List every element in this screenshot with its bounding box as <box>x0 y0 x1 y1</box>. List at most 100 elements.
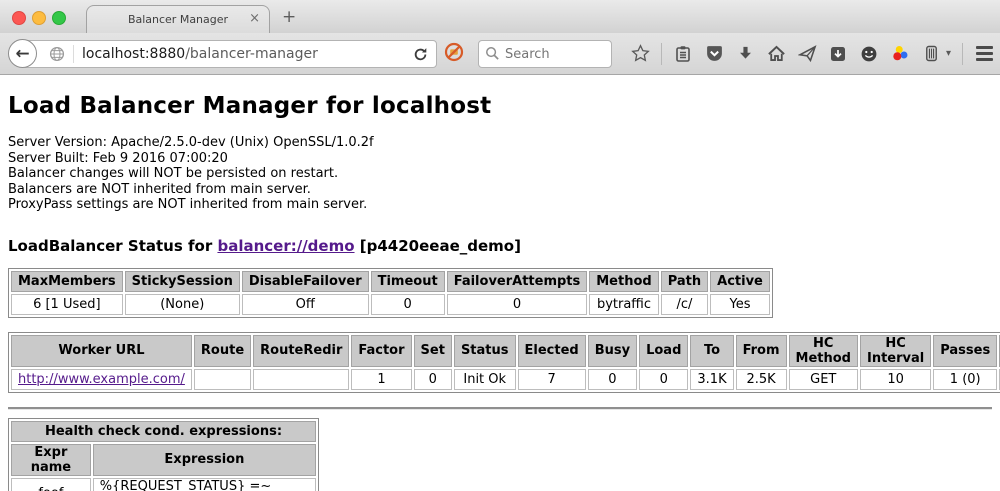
window-minimize-button[interactable] <box>32 11 46 25</box>
page-content: Load Balancer Manager for localhost Serv… <box>0 93 1000 491</box>
cell-passes: 1 (0) <box>933 369 997 390</box>
page-title: Load Balancer Manager for localhost <box>8 93 992 119</box>
cell-factor: 1 <box>351 369 411 390</box>
cell-hc-interval: 10 <box>860 369 931 390</box>
tab-close-icon[interactable]: × <box>249 12 260 25</box>
health-table-title: Health check cond. expressions: <box>11 421 316 442</box>
browser-window: Balancer Manager × + ← localhost:8880 /b… <box>0 0 1000 491</box>
header-cell: Method <box>589 271 658 292</box>
status-heading-prefix: LoadBalancer Status for <box>8 237 217 255</box>
reading-list-icon[interactable] <box>673 44 693 64</box>
cell-hc-method: GET <box>789 369 858 390</box>
cell-expr-name: foof <box>11 478 91 491</box>
header-cell: Expr name <box>11 444 91 476</box>
cell-elected: 7 <box>518 369 586 390</box>
header-cell: To <box>690 335 733 367</box>
server-version-line: Server Version: Apache/2.5.0-dev (Unix) … <box>8 135 992 151</box>
cell-to: 3.1K <box>690 369 733 390</box>
cell-failoverattempts: 0 <box>447 294 588 315</box>
cell-from: 2.5K <box>736 369 787 390</box>
header-cell: HC Interval <box>860 335 931 367</box>
header-cell: Path <box>661 271 708 292</box>
table-row: 6 [1 Used] (None) Off 0 0 bytraffic /c/ … <box>11 294 770 315</box>
url-bar[interactable]: localhost:8880 /balancer-manager <box>22 40 437 68</box>
url-domain: localhost:8880 <box>82 46 185 62</box>
cell-routeredir <box>253 369 349 390</box>
window-close-button[interactable] <box>12 11 26 25</box>
cell-worker-url: http://www.example.com/ <box>11 369 192 390</box>
reload-icon[interactable] <box>410 44 430 64</box>
cell-method: bytraffic <box>589 294 658 315</box>
header-cell: Factor <box>351 335 411 367</box>
header-cell: Load <box>639 335 688 367</box>
header-cell: Busy <box>588 335 637 367</box>
header-cell: Elected <box>518 335 586 367</box>
header-cell: StickySession <box>125 271 240 292</box>
cell-expression: %{REQUEST_STATUS} =~ /^[234]/ <box>93 478 316 491</box>
header-cell: FailoverAttempts <box>447 271 588 292</box>
cell-maxmembers: 6 [1 Used] <box>11 294 123 315</box>
cell-timeout: 0 <box>371 294 445 315</box>
balancer-settings-table: MaxMembers StickySession DisableFailover… <box>8 268 773 318</box>
header-cell: Passes <box>933 335 997 367</box>
toolbar-icons: ▾ <box>630 33 1000 74</box>
toolbar-divider <box>661 43 662 65</box>
tab-balancer-manager[interactable]: Balancer Manager × <box>86 5 270 33</box>
toolbar-divider <box>962 43 963 65</box>
header-cell: Set <box>414 335 452 367</box>
table-row: foof %{REQUEST_STATUS} =~ /^[234]/ <box>11 478 316 491</box>
header-cell: Active <box>710 271 770 292</box>
cell-active: Yes <box>710 294 770 315</box>
tab-title: Balancer Manager <box>128 13 228 26</box>
navigation-toolbar: ← localhost:8880 /balancer-manager <box>0 33 1000 75</box>
cell-path: /c/ <box>661 294 708 315</box>
send-tab-icon[interactable] <box>797 44 817 64</box>
header-cell: DisableFailover <box>242 271 369 292</box>
cell-busy: 0 <box>588 369 637 390</box>
search-bar <box>478 40 612 68</box>
search-icon <box>485 46 500 61</box>
smiley-extension-icon[interactable] <box>859 44 879 64</box>
header-cell: Worker URL <box>11 335 192 367</box>
header-cell: Route <box>194 335 251 367</box>
header-cell: From <box>736 335 787 367</box>
menu-icon[interactable] <box>974 44 994 64</box>
section-divider <box>8 407 992 410</box>
balancer-demo-link[interactable]: balancer://demo <box>217 237 354 255</box>
health-check-table: Health check cond. expressions: Expr nam… <box>8 418 319 491</box>
bookmark-star-icon[interactable] <box>630 44 650 64</box>
status-heading-suffix: [p4420eeae_demo] <box>355 237 521 255</box>
back-button[interactable]: ← <box>8 39 37 68</box>
persist-note-line: Balancer changes will NOT be persisted o… <box>8 166 992 182</box>
header-cell: Timeout <box>371 271 445 292</box>
balancer-status-heading: LoadBalancer Status for balancer://demo … <box>8 237 992 255</box>
header-cell: HC Method <box>789 335 858 367</box>
url-path: /balancer-manager <box>185 46 318 62</box>
content-blocked-icon[interactable] <box>444 42 464 62</box>
cell-set: 0 <box>414 369 452 390</box>
cell-status: Init Ok <box>454 369 516 390</box>
table-row: http://www.example.com/ 1 0 Init Ok 7 0 … <box>11 369 1000 390</box>
downloads-icon[interactable] <box>735 44 755 64</box>
header-cell: RouteRedir <box>253 335 349 367</box>
cell-stickysession: (None) <box>125 294 240 315</box>
worker-url-link[interactable]: http://www.example.com/ <box>18 372 185 387</box>
header-cell: Expression <box>93 444 316 476</box>
new-tab-button[interactable]: + <box>282 7 296 27</box>
color-dots-extension-icon[interactable] <box>890 44 910 64</box>
container-extension-icon[interactable] <box>921 44 941 64</box>
extension-download-icon[interactable] <box>828 44 848 64</box>
globe-icon <box>47 44 67 64</box>
chevron-down-icon[interactable]: ▾ <box>946 48 951 59</box>
urlbar-divider <box>73 45 74 63</box>
worker-status-table: Worker URL Route RouteRedir Factor Set S… <box>8 332 1000 393</box>
window-zoom-button[interactable] <box>52 11 66 25</box>
proxypass-note-line: ProxyPass settings are NOT inherited fro… <box>8 197 992 213</box>
home-icon[interactable] <box>766 44 786 64</box>
cell-route <box>194 369 251 390</box>
server-built-line: Server Built: Feb 9 2016 07:00:20 <box>8 151 992 167</box>
cell-disablefailover: Off <box>242 294 369 315</box>
inherit-note-line: Balancers are NOT inherited from main se… <box>8 182 992 198</box>
pocket-icon[interactable] <box>704 44 724 64</box>
tab-strip: Balancer Manager × + <box>0 0 1000 33</box>
